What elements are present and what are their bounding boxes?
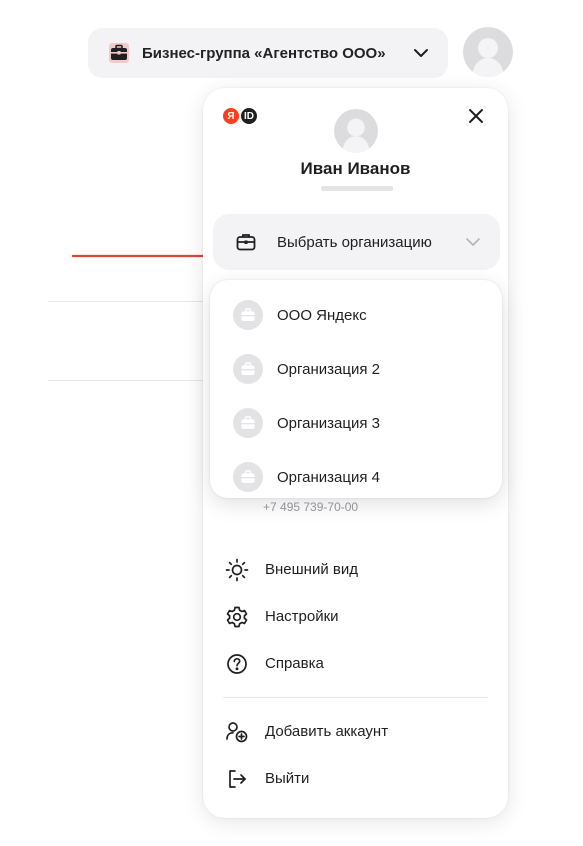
avatar-icon (334, 109, 378, 153)
avatar (334, 109, 378, 153)
menu-item-label: Настройки (265, 608, 339, 625)
menu-item-settings[interactable]: Настройки (203, 593, 508, 640)
menu-item-label: Добавить аккаунт (265, 723, 389, 740)
menu-item-label: Справка (265, 655, 324, 672)
logout-icon (225, 767, 249, 791)
sun-icon (225, 558, 249, 582)
id-logo-icon: ID (241, 108, 257, 124)
organization-name: Организация 2 (277, 360, 380, 378)
briefcase-icon (236, 234, 256, 251)
user-avatar-button[interactable] (463, 27, 513, 77)
briefcase-icon (109, 43, 129, 63)
gear-icon (225, 605, 249, 629)
user-login-blurred (321, 186, 393, 191)
organization-name: ООО Яндекс (277, 306, 367, 324)
account-popup: Я ID Иван Иванов Выбрать организацию +7 … (203, 88, 508, 818)
organization-option[interactable]: Организация 4 (210, 450, 502, 504)
organization-option[interactable]: ООО Яндекс (210, 288, 502, 342)
page-divider (48, 380, 208, 381)
menu-divider (223, 697, 488, 698)
yandex-id-logo: Я ID (223, 108, 257, 124)
business-group-selector[interactable]: Бизнес-группа «Агентство ООО» (88, 28, 448, 78)
organization-dropdown: ООО Яндекс Организация 2 Организация 3 О… (210, 280, 502, 498)
organization-option[interactable]: Организация 3 (210, 396, 502, 450)
briefcase-icon (233, 462, 263, 492)
menu-item-appearance[interactable]: Внешний вид (203, 546, 508, 593)
menu-item-help[interactable]: Справка (203, 640, 508, 687)
organization-option[interactable]: Организация 2 (210, 342, 502, 396)
help-icon (225, 652, 249, 676)
ya-logo-icon: Я (223, 108, 239, 124)
add-account-icon (225, 720, 249, 744)
close-icon[interactable] (466, 106, 486, 126)
chevron-down-icon (466, 238, 480, 246)
organization-name: Организация 3 (277, 414, 380, 432)
briefcase-icon (233, 354, 263, 384)
user-name: Иван Иванов (300, 159, 411, 178)
select-organization-button[interactable]: Выбрать организацию (213, 214, 500, 270)
briefcase-icon (233, 300, 263, 330)
page-divider (48, 301, 208, 302)
avatar-icon (463, 27, 513, 77)
menu-item-label: Выйти (265, 770, 310, 787)
business-group-label: Бизнес-группа «Агентство ООО» (142, 44, 386, 62)
account-menu: Внешний вид Настройки Справка Добавить а… (203, 546, 508, 802)
menu-item-label: Внешний вид (265, 561, 358, 578)
chevron-down-icon (414, 49, 428, 57)
menu-item-add-account[interactable]: Добавить аккаунт (203, 708, 508, 755)
menu-item-logout[interactable]: Выйти (203, 755, 508, 802)
briefcase-icon (233, 408, 263, 438)
organization-name: Организация 4 (277, 468, 380, 486)
select-organization-label: Выбрать организацию (277, 233, 432, 251)
